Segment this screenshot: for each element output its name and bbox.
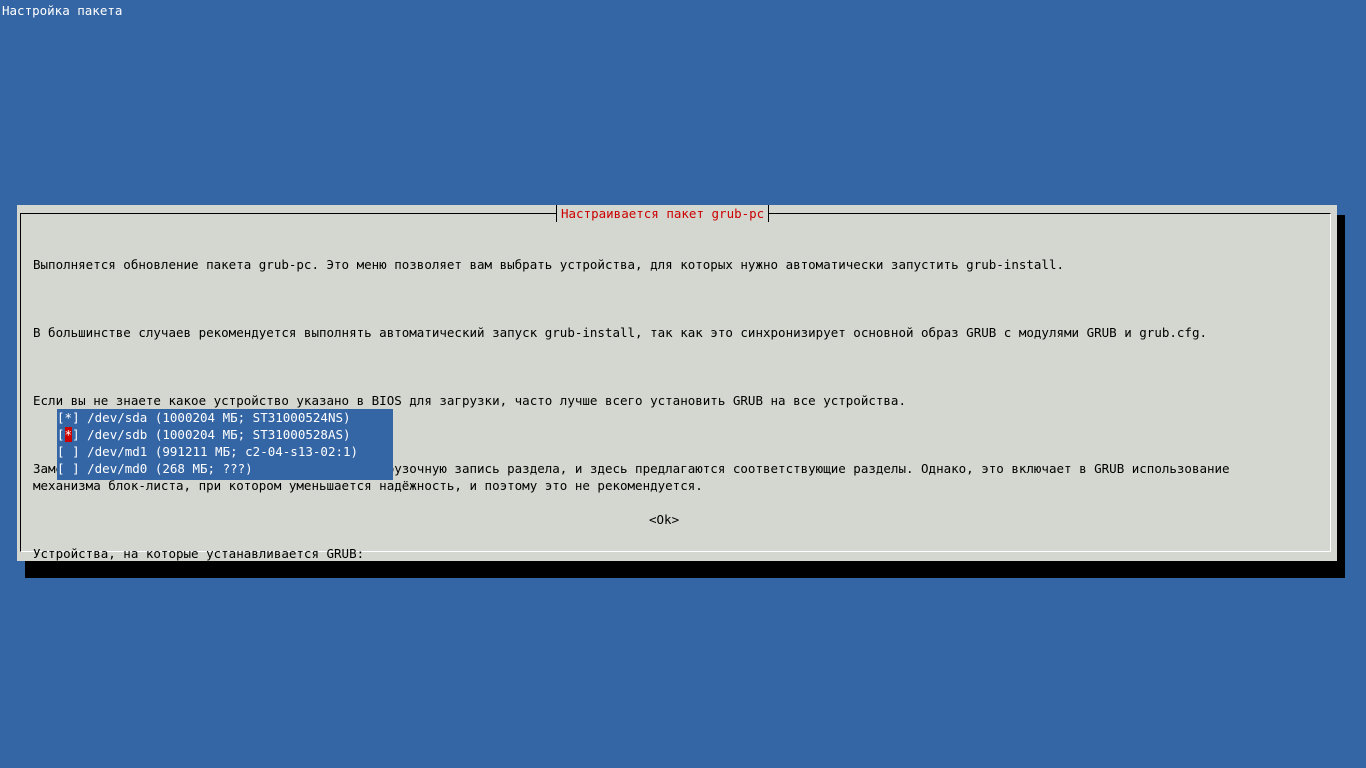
device-item-md0[interactable]: [ ] /dev/md0 (268 МБ; ???)	[57, 460, 393, 477]
paragraph-bios: Если вы не знаете какое устройство указа…	[33, 393, 906, 408]
dialog-title-text: Настраивается пакет grub-pc	[561, 206, 765, 221]
device-item-sda[interactable]: [*] /dev/sda (1000204 МБ; ST31000524NS)	[57, 409, 393, 426]
device-label: /dev/sdb (1000204 МБ; ST31000528AS)	[79, 427, 351, 442]
device-item-sdb[interactable]: [*] /dev/sdb (1000204 МБ; ST31000528AS)	[57, 426, 393, 443]
checkbox-md0[interactable]: [ ]	[57, 460, 80, 477]
checkbox-bracket: ]	[72, 461, 80, 476]
device-label: /dev/md1 (991211 МБ; c2-04-s13-02:1)	[79, 444, 359, 459]
checkbox-sda[interactable]: [*]	[57, 409, 80, 426]
checkbox-sdb[interactable]: [*]	[57, 426, 80, 443]
device-item-md1[interactable]: [ ] /dev/md1 (991211 МБ; c2-04-s13-02:1)	[57, 443, 393, 460]
checkbox-bracket: [	[57, 461, 65, 476]
paragraph-devices-label: Устройства, на которые устанавливается G…	[33, 546, 365, 561]
device-label: /dev/md0 (268 МБ; ???)	[79, 461, 253, 476]
checkbox-bracket: ]	[72, 410, 80, 425]
ok-button[interactable]: <Ok>	[649, 511, 679, 528]
checkbox-mark: *	[64, 410, 73, 425]
checkbox-bracket: ]	[72, 427, 80, 442]
dialog-title: Настраивается пакет grub-pc	[556, 205, 770, 222]
checkbox-md1[interactable]: [ ]	[57, 443, 80, 460]
paragraph-recommendation: В большинстве случаев рекомендуется выпо…	[33, 325, 1207, 340]
screen-title: Настройка пакета	[2, 3, 123, 18]
checkbox-mark-focused: *	[64, 427, 73, 442]
checkbox-bracket: [	[57, 444, 65, 459]
paragraph-intro: Выполняется обновление пакета grub-pc. Э…	[33, 257, 1065, 272]
device-list: [*] /dev/sda (1000204 МБ; ST31000524NS) …	[57, 409, 393, 480]
checkbox-mark	[65, 444, 73, 459]
checkbox-bracket: [	[57, 427, 65, 442]
checkbox-bracket: [	[57, 410, 65, 425]
debconf-dialog: Настраивается пакет grub-pc Выполняется …	[17, 205, 1337, 561]
checkbox-mark	[65, 461, 73, 476]
checkbox-bracket: ]	[72, 444, 80, 459]
device-label: /dev/sda (1000204 МБ; ST31000524NS)	[79, 410, 351, 425]
